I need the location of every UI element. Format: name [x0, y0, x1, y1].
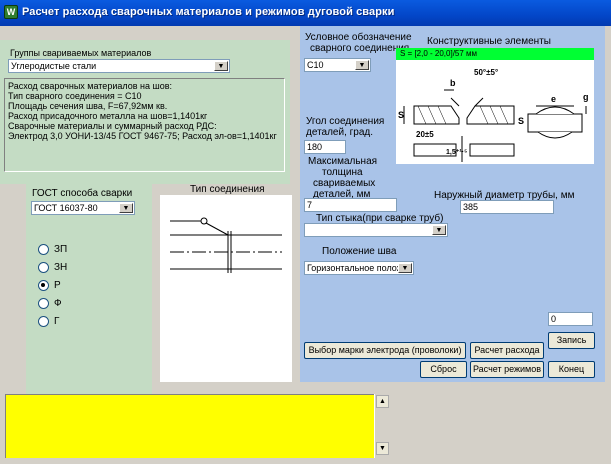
designation-label-2: сварного соединения	[310, 43, 410, 54]
counter-input[interactable]: 0	[548, 312, 593, 326]
radio-label[interactable]: ЗН	[54, 262, 67, 273]
gost-value: ГОСТ 16037-80	[34, 203, 98, 213]
joint-type-drawing	[160, 195, 292, 382]
joint-combo[interactable]: ▼	[304, 223, 448, 237]
output-textbox[interactable]	[5, 394, 390, 458]
joint-type-label: Тип соединения	[190, 184, 265, 195]
gost-label: ГОСТ способа сварки	[32, 188, 133, 199]
radio-button[interactable]	[38, 298, 49, 309]
dim-tol: 1,5⁺¹·⁵	[446, 149, 468, 156]
material-group-combo[interactable]: Углеродистые стали ▼	[8, 59, 230, 73]
dim-b: b	[450, 78, 456, 88]
radio-label[interactable]: ЗП	[54, 244, 67, 255]
radio-button[interactable]	[38, 244, 49, 255]
reset-button[interactable]: Сброс	[420, 361, 467, 378]
result-textbox[interactable]: Расход сварочных материалов на шов: Тип …	[4, 78, 285, 172]
thickness-label-2: толщина	[322, 167, 363, 178]
angle-input[interactable]: 180	[304, 140, 346, 154]
exit-button[interactable]: Конец	[548, 361, 595, 378]
constructive-label: Конструктивные элементы	[427, 36, 551, 47]
main-form: Группы свариваемых материалов Углеродист…	[0, 26, 611, 464]
chevron-down-icon[interactable]: ▼	[355, 60, 369, 70]
radio-label[interactable]: Ф	[54, 298, 62, 309]
radio-button[interactable]	[38, 316, 49, 327]
radio-r[interactable]	[38, 280, 49, 291]
result-line: Расход сварочных материалов на шов:	[8, 81, 172, 91]
dim-gap: 20±5	[416, 130, 434, 139]
calc-consumption-button[interactable]: Расчет расхода	[470, 342, 544, 359]
diameter-input[interactable]: 385	[460, 200, 554, 214]
chevron-down-icon[interactable]: ▼	[214, 61, 228, 71]
result-line: Сварочные материалы и суммарный расход Р…	[8, 121, 217, 131]
result-line: Электрод 3,0 УОНИ-13/45 ГОСТ 9467-75; Ра…	[8, 131, 277, 141]
thickness-label: Максимальная	[308, 156, 378, 167]
gost-combo[interactable]: ГОСТ 16037-80 ▼	[31, 201, 135, 215]
designation-value: С10	[307, 60, 324, 70]
title-bar[interactable]: W Расчет расхода сварочных материалов и …	[0, 0, 611, 26]
radio-g[interactable]	[38, 316, 49, 327]
result-line: Расход присадочного металла на шов=1,140…	[8, 111, 208, 121]
angle-label: Угол соединения	[306, 116, 385, 127]
dim-s2: S	[518, 116, 525, 126]
dim-e: e	[551, 94, 557, 104]
material-group-value: Углеродистые стали	[11, 61, 97, 71]
position-label: Положение шва	[322, 246, 397, 257]
designation-label: Условное обозначение	[305, 32, 412, 43]
result-line: Тип сварного соединения = С10	[8, 91, 142, 101]
dim-s1: S	[398, 110, 405, 120]
radio-zn[interactable]	[38, 262, 49, 273]
app-icon: W	[4, 5, 18, 19]
angle-label-2: деталей, град.	[306, 127, 374, 138]
select-electrode-button[interactable]: Выбор марки электрода (проволоки)	[304, 342, 466, 359]
thickness-label-3: свариваемых	[313, 178, 376, 189]
radio-f[interactable]	[38, 298, 49, 309]
dim-g: g	[583, 92, 589, 102]
radio-button[interactable]	[38, 262, 49, 273]
material-group-label: Группы свариваемых материалов	[10, 48, 152, 58]
dim-angle: 50°±5°	[474, 68, 499, 77]
weld-cross-section	[403, 89, 587, 162]
thickness-input[interactable]: 7	[304, 198, 397, 212]
radio-label[interactable]: Г	[54, 316, 59, 327]
output-scrollbar[interactable]: ▲ ▼	[374, 394, 390, 458]
designation-combo[interactable]: С10 ▼	[304, 58, 371, 72]
chevron-down-icon[interactable]: ▼	[119, 203, 133, 213]
constructive-drawing: S = [2,0 - 20,0]/57 мм b 50°±5° S 20±5 1…	[396, 48, 594, 164]
chevron-down-icon[interactable]: ▼	[432, 225, 446, 235]
calc-modes-button[interactable]: Расчет режимов	[470, 361, 544, 378]
scroll-down-icon[interactable]: ▼	[376, 442, 389, 455]
pipe-joint-diagram	[170, 217, 282, 273]
chevron-down-icon[interactable]: ▼	[398, 263, 412, 273]
result-line: Площадь сечения шва, F=67,92мм кв.	[8, 101, 168, 111]
radio-label[interactable]: Р	[54, 280, 61, 291]
window-title: Расчет расхода сварочных материалов и ре…	[22, 6, 395, 18]
position-value: Горизонтальное положе	[307, 263, 408, 273]
position-combo[interactable]: Горизонтальное положе ▼	[304, 261, 414, 275]
zapis-button[interactable]: Запись	[548, 332, 595, 349]
radio-button-selected[interactable]	[38, 280, 49, 291]
scroll-up-icon[interactable]: ▲	[376, 395, 389, 408]
radio-zp[interactable]	[38, 244, 49, 255]
